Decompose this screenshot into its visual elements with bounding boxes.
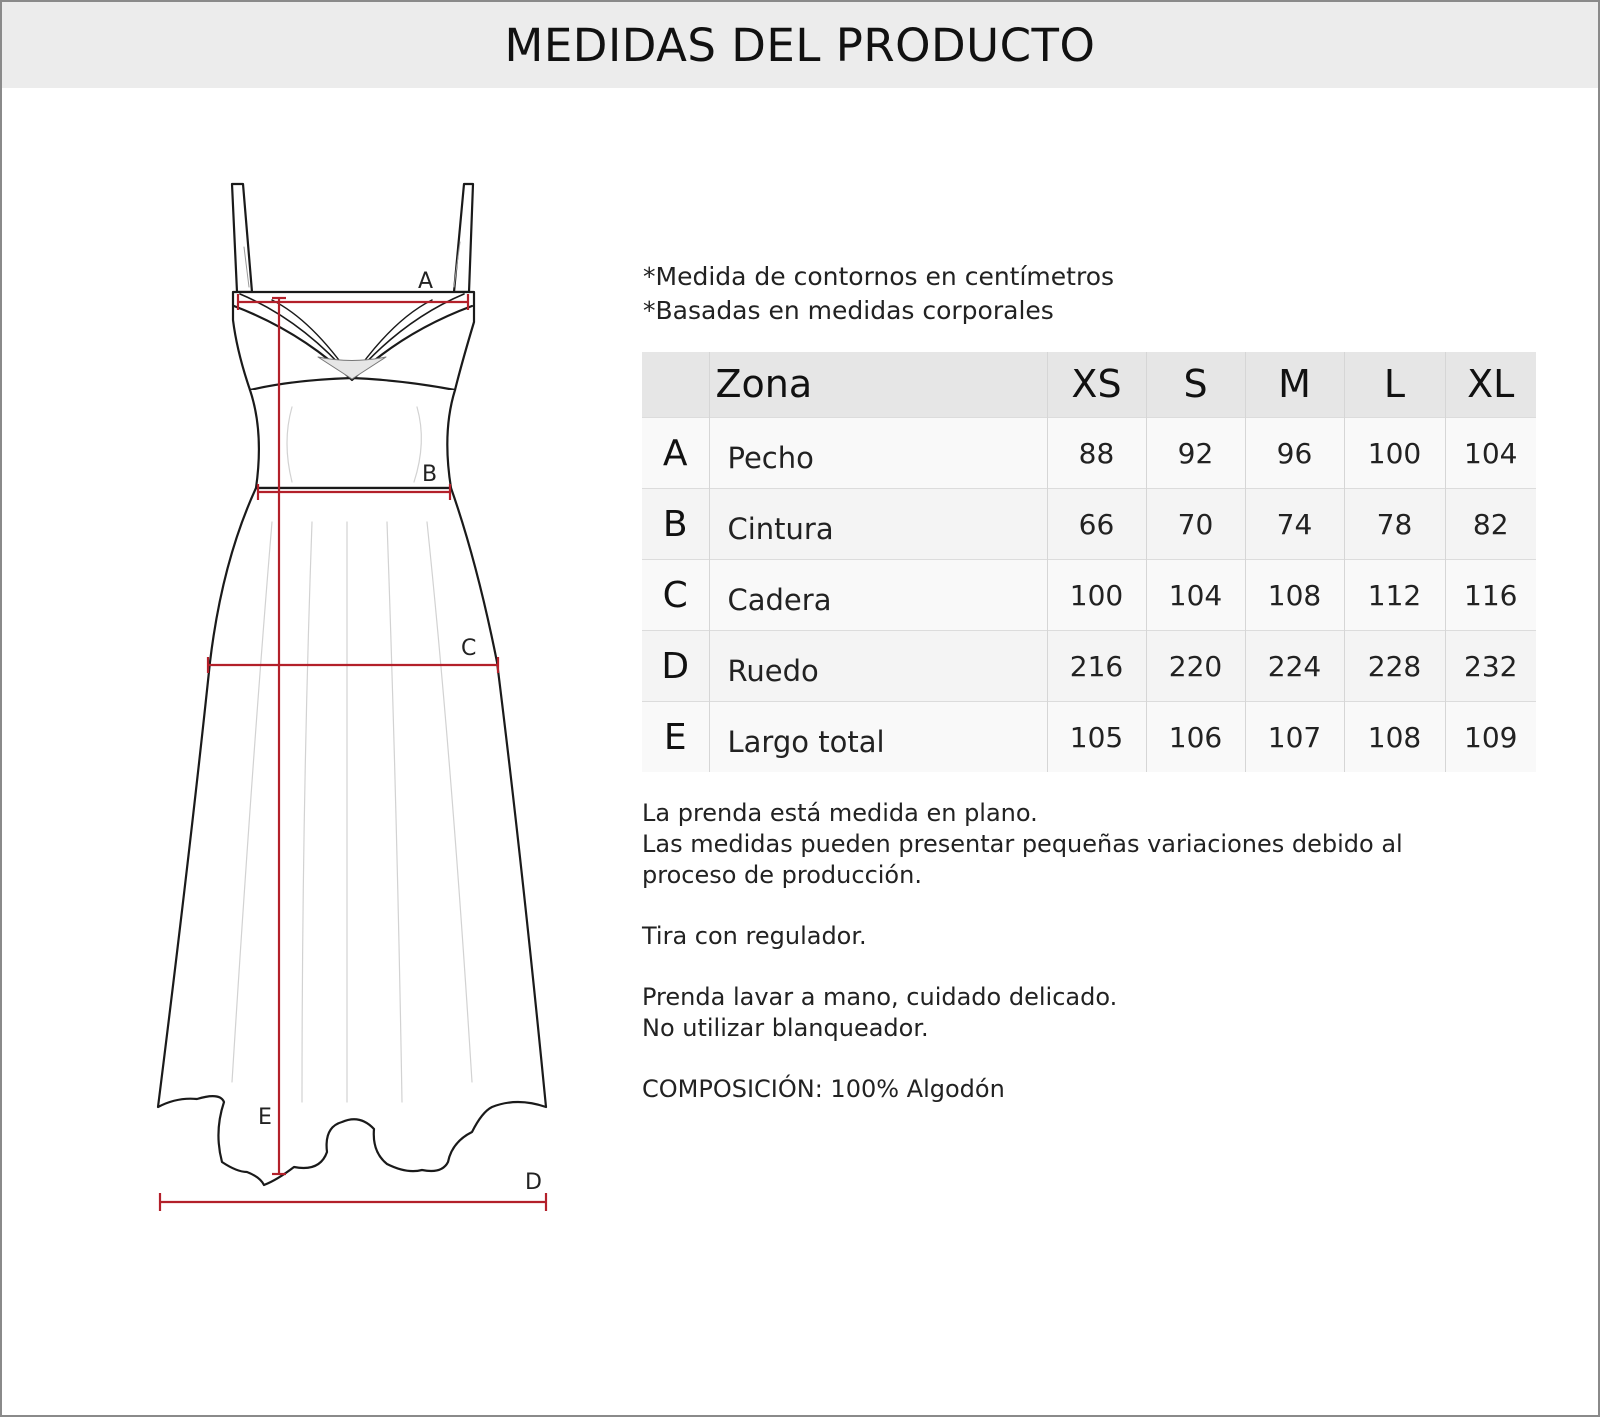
table-row: D Ruedo 216 220 224 228 232: [642, 630, 1536, 701]
cell-s: 92: [1146, 417, 1246, 488]
cell-xl: 232: [1464, 650, 1518, 683]
header-size-m: M: [1245, 352, 1345, 417]
note-contours: *Medida de contornos en centímetros: [643, 262, 1115, 291]
page-title: MEDIDAS DEL PRODUCTO: [504, 18, 1096, 72]
size-table: Zona XS S M L XL A Pecho 88 92 96 100 10…: [642, 352, 1536, 772]
dress-sketch: A B C D E: [156, 182, 548, 1211]
note-line: No utilizar blanqueador.: [642, 1014, 929, 1042]
strap-note: Tira con regulador.: [642, 921, 1403, 952]
note-line: La prenda está medida en plano.: [642, 799, 1038, 827]
row-letter: C: [642, 559, 710, 630]
cell-l: 100: [1344, 417, 1446, 488]
table-row: C Cadera 100 104 108 112 116: [642, 559, 1536, 630]
label-d: D: [525, 1170, 542, 1195]
cell-m: 224: [1245, 630, 1345, 701]
note-line: Las medidas pueden presentar pequeñas va…: [642, 830, 1403, 858]
cell-xs: 88: [1047, 417, 1147, 488]
header-size-xl: XL: [1467, 362, 1515, 407]
measurement-notes: *Medida de contornos en centímetros *Bas…: [643, 260, 1114, 328]
dress-outline: [156, 182, 548, 1187]
note-line: COMPOSICIÓN: 100% Algodón: [642, 1075, 1005, 1103]
cell-xl: 104: [1464, 437, 1518, 470]
header-letter: [642, 352, 710, 417]
label-b: B: [422, 462, 437, 487]
cell-m: 107: [1245, 701, 1345, 772]
label-e: E: [258, 1105, 272, 1130]
row-letter: B: [642, 488, 710, 559]
row-letter: D: [642, 630, 710, 701]
cell-s: 220: [1146, 630, 1246, 701]
cell-m: 96: [1245, 417, 1345, 488]
header-size-xs: XS: [1047, 352, 1147, 417]
cell-l: 108: [1344, 701, 1446, 772]
cell-s: 106: [1146, 701, 1246, 772]
cell-xs: 66: [1047, 488, 1147, 559]
composition-note: COMPOSICIÓN: 100% Algodón: [642, 1074, 1403, 1105]
cell-xs: 216: [1047, 630, 1147, 701]
measure-notes: La prenda está medida en plano. Las medi…: [642, 798, 1403, 891]
cell-xl: 109: [1464, 721, 1518, 755]
table-header-row: Zona XS S M L XL: [642, 352, 1536, 417]
row-zone: Cadera: [709, 559, 1048, 630]
note-line: Prenda lavar a mano, cuidado delicado.: [642, 983, 1118, 1011]
table-row: B Cintura 66 70 74 78 82: [642, 488, 1536, 559]
cell-s: 104: [1146, 559, 1246, 630]
header-size-s: S: [1146, 352, 1246, 417]
label-a: A: [418, 269, 433, 294]
row-letter: E: [642, 701, 710, 772]
cell-xl: 82: [1472, 508, 1509, 541]
cell-xs: 100: [1047, 559, 1147, 630]
table-row: A Pecho 88 92 96 100 104: [642, 417, 1536, 488]
cell-s: 70: [1146, 488, 1246, 559]
cell-l: 112: [1344, 559, 1446, 630]
cell-l: 228: [1344, 630, 1446, 701]
row-zone: Largo total: [709, 701, 1048, 772]
note-line: Tira con regulador.: [642, 922, 867, 950]
cell-l: 78: [1344, 488, 1446, 559]
cell-xl: 116: [1464, 579, 1518, 612]
note-line: proceso de producción.: [642, 861, 922, 889]
note-basis: *Basadas en medidas corporales: [643, 296, 1054, 325]
product-notes: La prenda está medida en plano. Las medi…: [642, 798, 1403, 1135]
cell-m: 108: [1245, 559, 1345, 630]
row-zone: Pecho: [709, 417, 1048, 488]
header-zona: Zona: [709, 352, 1048, 417]
care-notes: Prenda lavar a mano, cuidado delicado. N…: [642, 982, 1403, 1044]
size-guide-page: MEDIDAS DEL PRODUCTO A B C D E *Medida d…: [0, 0, 1600, 1417]
cell-xs: 105: [1047, 701, 1147, 772]
label-c: C: [461, 636, 476, 661]
row-letter: A: [642, 417, 710, 488]
cell-m: 74: [1245, 488, 1345, 559]
header-bar: MEDIDAS DEL PRODUCTO: [2, 2, 1598, 88]
row-zone: Ruedo: [709, 630, 1048, 701]
row-zone: Cintura: [709, 488, 1048, 559]
header-size-l: L: [1344, 352, 1446, 417]
table-row: E Largo total 105 106 107 108 109: [642, 701, 1536, 772]
